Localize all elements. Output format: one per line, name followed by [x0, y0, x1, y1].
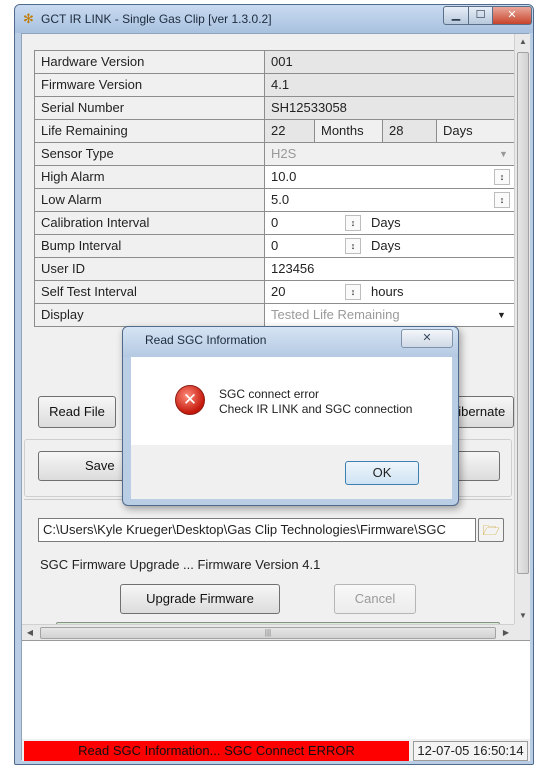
life-days-unit: Days — [437, 120, 514, 142]
device-info-grid: Hardware Version 001 Firmware Version 4.… — [34, 50, 514, 327]
chevron-down-icon: ▼ — [499, 149, 508, 159]
status-bar: Read SGC Information... SGC Connect ERRO… — [22, 739, 530, 761]
chevron-down-icon: ▼ — [497, 310, 506, 320]
read-file-button[interactable]: Read File — [38, 396, 116, 428]
dialog-title: Read SGC Information — [145, 333, 267, 347]
row-life-remaining: Life Remaining 22 Months 28 Days — [35, 120, 514, 143]
user-id-input[interactable]: 123456 — [265, 258, 514, 280]
sensor-type-value: H2S — [271, 146, 297, 161]
display-select[interactable]: Tested Life Remaining ▼ — [265, 304, 514, 326]
vertical-scrollbar[interactable]: ▲ ▼ — [514, 34, 530, 624]
life-months-unit: Months — [315, 120, 383, 142]
maximize-button[interactable]: ☐ — [468, 6, 493, 25]
row-high-alarm: High Alarm 10.0 ↕ — [35, 166, 514, 189]
firmware-status-text: SGC Firmware Upgrade ... Firmware Versio… — [40, 557, 321, 572]
display-label: Display — [35, 304, 265, 326]
dialog-close-button[interactable]: ✕ — [401, 329, 453, 348]
ok-button[interactable]: OK — [345, 461, 419, 485]
calibration-interval-input[interactable]: 0 ↕ Days — [265, 212, 514, 234]
cancel-button[interactable]: Cancel — [334, 584, 416, 614]
close-icon: ✕ — [507, 9, 517, 21]
maximize-icon: ☐ — [475, 9, 486, 21]
row-calibration-interval: Calibration Interval 0 ↕ Days — [35, 212, 514, 235]
life-remaining-label: Life Remaining — [35, 120, 265, 142]
dialog-footer: OK — [131, 445, 452, 499]
horizontal-scrollbar[interactable]: ◀ ||| ▶ — [22, 624, 514, 640]
sensor-type-select[interactable]: H2S ▼ — [265, 143, 514, 165]
high-alarm-spinner-icon[interactable]: ↕ — [494, 169, 510, 185]
scroll-up-icon[interactable]: ▲ — [515, 34, 531, 50]
low-alarm-input[interactable]: 5.0 ↕ — [265, 189, 514, 211]
calibration-spinner-icon[interactable]: ↕ — [345, 215, 361, 231]
error-icon: ✕ — [175, 385, 205, 415]
scroll-left-icon[interactable]: ◀ — [22, 625, 38, 641]
error-dialog: Read SGC Information ✕ ✕ SGC connect err… — [122, 326, 459, 506]
app-icon: ✻ — [23, 11, 34, 26]
life-remaining-value: 22 Months 28 Days — [265, 120, 514, 142]
hardware-version-label: Hardware Version — [35, 51, 265, 73]
dialog-body: ✕ SGC connect error Check IR LINK and SG… — [131, 357, 452, 445]
minimize-button[interactable]: ▁ — [443, 6, 469, 25]
hardware-version-value: 001 — [265, 51, 514, 73]
low-alarm-spinner-icon[interactable]: ↕ — [494, 192, 510, 208]
row-low-alarm: Low Alarm 5.0 ↕ — [35, 189, 514, 212]
scroll-corner — [514, 624, 530, 640]
browse-folder-button[interactable]: 🗁 — [478, 518, 504, 542]
row-bump-interval: Bump Interval 0 ↕ Days — [35, 235, 514, 258]
close-icon: ✕ — [422, 332, 432, 344]
self-test-interval-unit: hours — [371, 284, 404, 299]
minimize-icon: ▁ — [451, 9, 461, 21]
serial-number-label: Serial Number — [35, 97, 265, 119]
row-display: Display Tested Life Remaining ▼ — [35, 304, 514, 327]
horizontal-scroll-thumb[interactable]: ||| — [40, 627, 496, 639]
user-id-label: User ID — [35, 258, 265, 280]
serial-number-value: SH12533058 — [265, 97, 514, 119]
self-test-interval-label: Self Test Interval — [35, 281, 265, 303]
row-serial-number: Serial Number SH12533058 — [35, 97, 514, 120]
log-area — [22, 640, 530, 739]
self-test-interval-input[interactable]: 20 ↕ hours — [265, 281, 514, 303]
bump-interval-label: Bump Interval — [35, 235, 265, 257]
error-message-line2: Check IR LINK and SGC connection — [219, 402, 413, 416]
row-firmware-version: Firmware Version 4.1 — [35, 74, 514, 97]
calibration-interval-unit: Days — [371, 215, 401, 230]
row-hardware-version: Hardware Version 001 — [35, 51, 514, 74]
display-value: Tested Life Remaining — [271, 307, 400, 322]
bump-interval-input[interactable]: 0 ↕ Days — [265, 235, 514, 257]
low-alarm-label: Low Alarm — [35, 189, 265, 211]
calibration-interval-label: Calibration Interval — [35, 212, 265, 234]
sensor-type-label: Sensor Type — [35, 143, 265, 165]
high-alarm-input[interactable]: 10.0 ↕ — [265, 166, 514, 188]
scroll-down-icon[interactable]: ▼ — [515, 608, 531, 624]
row-sensor-type: Sensor Type H2S ▼ — [35, 143, 514, 166]
low-alarm-value: 5.0 — [271, 192, 290, 207]
error-message-line1: SGC connect error — [219, 387, 320, 401]
close-button[interactable]: ✕ — [492, 6, 532, 25]
upgrade-firmware-button[interactable]: Upgrade Firmware — [120, 584, 280, 614]
title-bar[interactable]: ✻ GCT IR LINK - Single Gas Clip [ver 1.3… — [15, 5, 533, 33]
firmware-path-input[interactable]: C:\Users\Kyle Krueger\Desktop\Gas Clip T… — [38, 518, 476, 542]
high-alarm-value: 10.0 — [271, 169, 297, 184]
firmware-version-value: 4.1 — [265, 74, 514, 96]
high-alarm-label: High Alarm — [35, 166, 265, 188]
folder-icon: 🗁 — [482, 522, 500, 538]
bump-spinner-icon[interactable]: ↕ — [345, 238, 361, 254]
status-message: Read SGC Information... SGC Connect ERRO… — [24, 741, 409, 761]
scroll-right-icon[interactable]: ▶ — [498, 625, 514, 641]
row-self-test-interval: Self Test Interval 20 ↕ hours — [35, 281, 514, 304]
vertical-scroll-thumb[interactable] — [517, 52, 529, 574]
row-user-id: User ID 123456 — [35, 258, 514, 281]
window-title: GCT IR LINK - Single Gas Clip [ver 1.3.0… — [41, 12, 272, 26]
self-test-spinner-icon[interactable]: ↕ — [345, 284, 361, 300]
bump-interval-unit: Days — [371, 238, 401, 253]
life-months-value: 22 — [265, 120, 315, 142]
status-timestamp: 12-07-05 16:50:14 — [413, 741, 528, 761]
firmware-version-label: Firmware Version — [35, 74, 265, 96]
life-days-value: 28 — [383, 120, 437, 142]
